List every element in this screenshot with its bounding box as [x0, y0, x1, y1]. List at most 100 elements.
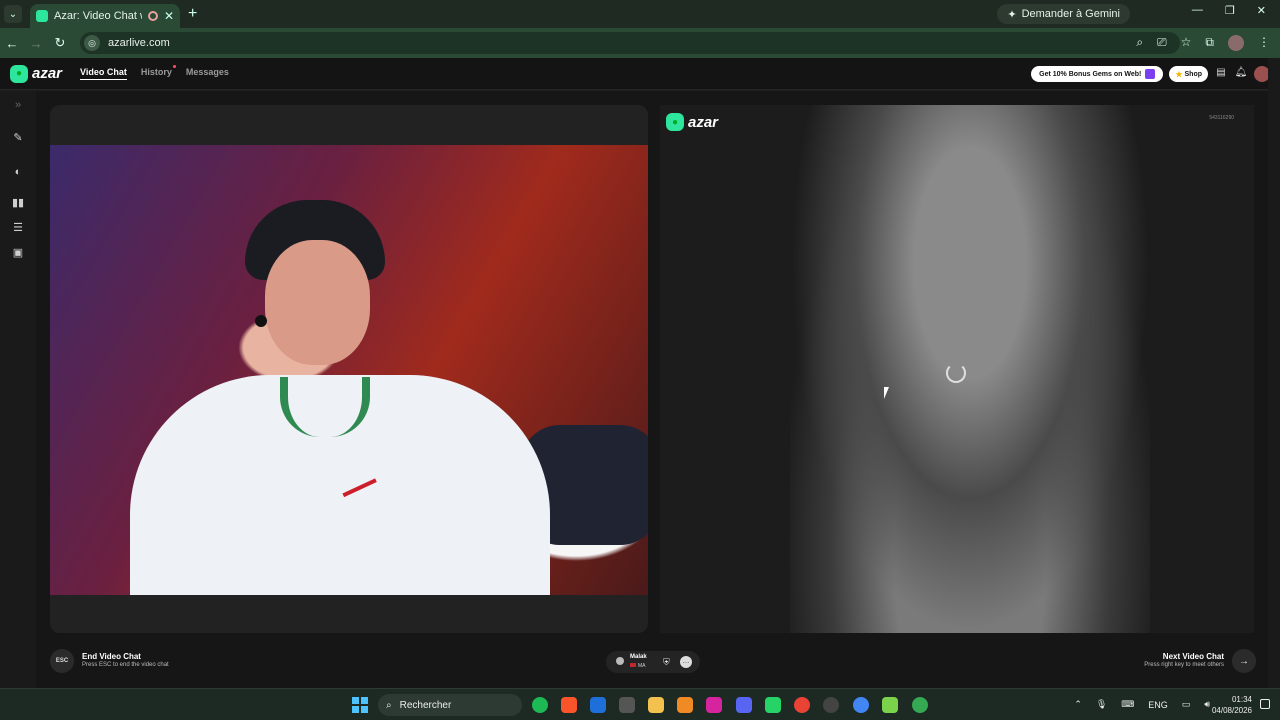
- peer-watermark-logo: ● azar: [666, 113, 718, 131]
- nav-history-label: History: [140, 67, 172, 77]
- tab-search-icon[interactable]: ⌄: [4, 5, 22, 23]
- browser-tab-bar: ⌄ Azar: Video Chat with New ✕ + ✦ Demand…: [0, 0, 1280, 28]
- azar-favicon-icon: [36, 10, 48, 22]
- recording-icon: [147, 11, 158, 21]
- nav-messages[interactable]: Messages: [186, 67, 229, 80]
- notification-bell-icon[interactable]: 🔔︎: [1234, 67, 1248, 81]
- person-face: [265, 240, 370, 365]
- layout-pip-icon[interactable]: ▣: [10, 246, 26, 262]
- cast-icon[interactable]: ⎚: [1157, 35, 1167, 51]
- tray-chevron-icon[interactable]: ⌃: [1074, 699, 1082, 710]
- whatsapp-icon[interactable]: [765, 697, 781, 713]
- shield-app-icon[interactable]: [590, 697, 606, 713]
- my-panel-footer: [50, 595, 648, 633]
- layout-stacked-icon[interactable]: ☰: [10, 221, 26, 237]
- page-scrollbar[interactable]: [1268, 58, 1280, 688]
- next-chat-hint: Press right key to meet others: [1144, 662, 1224, 668]
- reload-icon[interactable]: ↻: [48, 35, 72, 51]
- forward-icon[interactable]: →: [24, 36, 48, 51]
- url-field[interactable]: ◎ azarlive.com: [80, 32, 1180, 54]
- chrome-active-icon[interactable]: [912, 697, 928, 713]
- profile-avatar[interactable]: [1228, 35, 1244, 51]
- end-chat-button[interactable]: ESC: [50, 649, 74, 673]
- menu-kebab-icon[interactable]: ⋮: [1258, 35, 1270, 51]
- new-tab-icon[interactable]: +: [188, 5, 197, 23]
- gemini-label: Demander à Gemini: [1021, 8, 1120, 20]
- network-icon[interactable]: ▭: [1182, 699, 1191, 710]
- close-window-icon[interactable]: ✕: [1257, 4, 1266, 17]
- window-controls: — ❐ ✕: [1192, 4, 1274, 17]
- windows-taskbar: ⌕ Rechercher ⌃ 🎙︎ ⌨ ENG ▭ 🔊︎ 01:34 04/08…: [0, 688, 1280, 720]
- inbox-icon[interactable]: ▤: [1214, 67, 1228, 81]
- site-info-icon[interactable]: ◎: [84, 35, 100, 51]
- instagram-icon[interactable]: [706, 697, 722, 713]
- volume-icon[interactable]: 🔊︎: [1204, 699, 1210, 710]
- keyboard-icon[interactable]: ⌨: [1121, 699, 1134, 710]
- clock-time: 01:34: [1231, 695, 1252, 704]
- layout-side-by-side-icon[interactable]: ▮▮: [10, 196, 26, 212]
- loading-spinner-icon: [946, 363, 966, 383]
- search-placeholder: Rechercher: [399, 699, 452, 711]
- promo-label: Get 10% Bonus Gems on Web!: [1039, 70, 1142, 78]
- browser-tab[interactable]: Azar: Video Chat with New ✕: [30, 4, 180, 28]
- peer-country-code: MA: [638, 663, 646, 669]
- tab-title: Azar: Video Chat with New: [54, 10, 142, 22]
- peer-video-panel: ● azar 543116290: [660, 105, 1254, 633]
- nav-video-chat[interactable]: Video Chat: [80, 67, 127, 80]
- gemini-button[interactable]: ✦ Demander à Gemini: [997, 4, 1130, 24]
- peer-blurred-feed: [790, 105, 1150, 633]
- vlc-icon[interactable]: [677, 697, 693, 713]
- start-windows-icon[interactable]: [352, 697, 368, 713]
- magic-wand-icon[interactable]: ✎: [10, 131, 26, 147]
- toolbar-icons: ⌕ ⎚ ☆ ⧉ ⋮: [1136, 35, 1270, 51]
- chat-bubble-icon[interactable]: …: [680, 656, 692, 668]
- mic-icon[interactable]: 🎙︎: [1096, 699, 1107, 710]
- shop-button[interactable]: ★ Shop: [1169, 66, 1208, 82]
- file-explorer-icon[interactable]: [648, 697, 664, 713]
- store-icon[interactable]: [619, 697, 635, 713]
- extensions-icon[interactable]: ⧉: [1205, 35, 1214, 51]
- address-bar: ← → ↻ ◎ azarlive.com ⌕ ⎚ ☆ ⧉ ⋮: [0, 28, 1280, 58]
- taskbar-clock[interactable]: 01:34 04/08/2026: [1212, 694, 1252, 716]
- restore-icon[interactable]: ❐: [1225, 4, 1235, 17]
- peer-name: Malak: [630, 654, 647, 660]
- language-indicator[interactable]: ENG: [1148, 700, 1168, 710]
- next-chat-button[interactable]: →: [1232, 649, 1256, 673]
- gemini-icon: ✦: [1007, 8, 1017, 21]
- url-text: azarlive.com: [108, 37, 170, 49]
- left-toolbar: » ✎ ◐ ▮▮ ☰ ▣: [0, 91, 36, 688]
- video-stage: ● azar 543116290 ESC End Video Chat Pres…: [36, 91, 1268, 688]
- chrome-profile-icon[interactable]: [853, 697, 869, 713]
- spotify-icon[interactable]: [532, 697, 548, 713]
- clock-date: 04/08/2026: [1211, 706, 1252, 715]
- steam-icon[interactable]: [823, 697, 839, 713]
- azar-logo[interactable]: ● azar: [10, 64, 62, 83]
- headset-mic: [255, 315, 267, 327]
- end-chat-hint: Press ESC to end the video chat: [82, 662, 169, 668]
- gem-icon: ★: [1175, 69, 1183, 79]
- bonus-gems-button[interactable]: Get 10% Bonus Gems on Web!: [1031, 66, 1164, 82]
- chrome-icon[interactable]: [794, 697, 810, 713]
- expand-rail-icon[interactable]: »: [10, 99, 26, 115]
- discord-icon[interactable]: [736, 697, 752, 713]
- peer-country: MA: [630, 663, 646, 669]
- shop-label: Shop: [1184, 70, 1203, 78]
- gift-icon: [1145, 69, 1156, 79]
- back-icon[interactable]: ←: [0, 36, 24, 51]
- nav-history[interactable]: History: [140, 65, 176, 80]
- bookmark-star-icon[interactable]: ☆: [1181, 35, 1192, 51]
- media-player-icon[interactable]: [882, 697, 898, 713]
- notification-center-icon[interactable]: [1260, 699, 1270, 709]
- minimize-icon[interactable]: —: [1192, 4, 1203, 17]
- peer-id: 543116290: [1209, 115, 1234, 121]
- report-shield-icon[interactable]: ⛨: [663, 657, 670, 668]
- brave-icon[interactable]: [561, 697, 577, 713]
- filter-icon[interactable]: ◐: [10, 166, 26, 182]
- my-video-panel: [50, 105, 648, 633]
- zoom-icon[interactable]: ⌕: [1136, 35, 1143, 51]
- history-badge-dot: [172, 65, 176, 68]
- close-tab-icon[interactable]: ✕: [164, 9, 174, 23]
- system-tray: ⌃ 🎙︎ ⌨ ENG ▭ 🔊︎: [1074, 699, 1210, 710]
- user-icon: [616, 657, 624, 665]
- taskbar-search[interactable]: ⌕ Rechercher: [378, 694, 522, 716]
